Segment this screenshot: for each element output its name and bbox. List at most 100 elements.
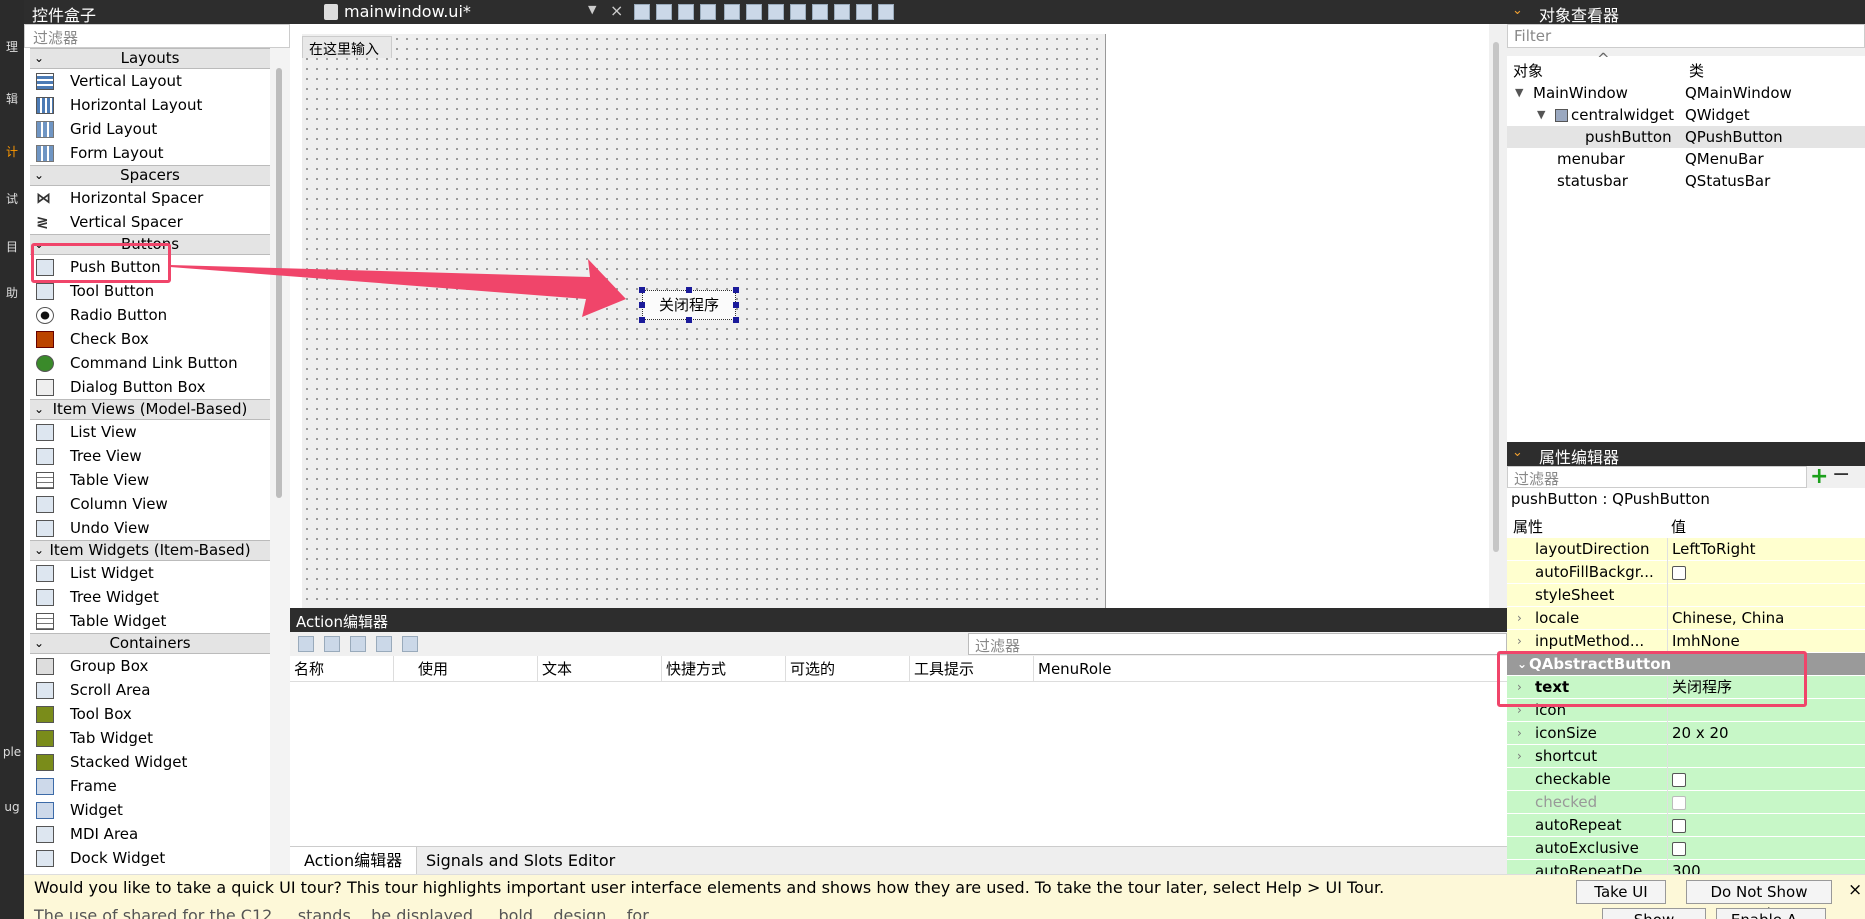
property-value[interactable]: ImhNone — [1667, 630, 1865, 653]
tab-action-editor[interactable]: Action编辑器 — [290, 847, 418, 875]
enable-button[interactable]: Enable A... — [1716, 908, 1826, 919]
mode-design[interactable]: 计 — [0, 145, 24, 159]
push-button-widget[interactable]: 关闭程序 — [642, 290, 736, 320]
resize-handle[interactable] — [686, 317, 692, 323]
property-row[interactable]: checkable — [1507, 768, 1865, 791]
mode-manage[interactable]: 理 — [0, 40, 24, 54]
widget-item[interactable]: Tab Widget — [30, 726, 270, 750]
widget-item[interactable]: Tool Box — [30, 702, 270, 726]
column-header[interactable]: 可选的 — [786, 656, 910, 682]
column-header[interactable]: 使用 — [414, 656, 538, 682]
property-row[interactable]: layoutDirection LeftToRight — [1507, 538, 1865, 561]
menu-bar-placeholder[interactable]: 在这里输入 — [302, 36, 392, 58]
resize-handle[interactable] — [686, 287, 692, 293]
property-value[interactable]: 20 x 20 — [1667, 722, 1865, 745]
chevron-down-icon[interactable]: ⌄ — [34, 634, 44, 653]
widget-item[interactable]: Check Box — [30, 327, 270, 351]
mode-debug[interactable]: 试 — [0, 192, 24, 206]
chevron-down-icon[interactable]: ⌄ — [1512, 3, 1523, 18]
chevron-down-icon[interactable]: ⌄ — [34, 541, 44, 560]
widget-item[interactable]: List Widget — [30, 561, 270, 585]
checkbox[interactable] — [1672, 772, 1686, 787]
checkbox[interactable] — [1672, 565, 1686, 580]
canvas-scroll-thumb[interactable] — [1493, 42, 1499, 552]
widget-item[interactable]: Tree Widget — [30, 585, 270, 609]
tree-row[interactable]: ▼ centralwidget QWidget — [1507, 104, 1865, 126]
property-value[interactable]: LeftToRight — [1667, 538, 1865, 561]
break-layout-icon[interactable] — [856, 4, 872, 20]
tab-signals-slots[interactable]: Signals and Slots Editor — [412, 847, 629, 875]
checkbox[interactable] — [1672, 841, 1686, 856]
add-property-icon[interactable]: + — [1810, 464, 1828, 489]
checkbox[interactable] — [1672, 818, 1686, 833]
column-object[interactable]: 对象 — [1513, 60, 1543, 81]
property-row[interactable]: autoFillBackgr... — [1507, 561, 1865, 584]
property-row[interactable]: › locale Chinese, China — [1507, 607, 1865, 630]
resize-handle[interactable] — [733, 317, 739, 323]
widget-item[interactable]: Stacked Widget — [30, 750, 270, 774]
close-icon[interactable]: × — [610, 1, 623, 20]
copy-action-icon[interactable] — [324, 636, 340, 652]
widget-item[interactable]: Dialog Button Box — [30, 375, 270, 399]
column-header[interactable]: 名称 — [290, 656, 394, 682]
column-value[interactable]: 值 — [1671, 516, 1686, 537]
remove-property-icon[interactable]: − — [1832, 462, 1850, 487]
edit-tab-order-icon[interactable] — [700, 4, 716, 20]
widget-item[interactable]: List View — [30, 420, 270, 444]
widget-item[interactable]: Frame — [30, 774, 270, 798]
column-header[interactable]: 文本 — [538, 656, 662, 682]
widget-category-header[interactable]: ⌄ Spacers — [30, 165, 270, 186]
resize-handle[interactable] — [733, 302, 739, 308]
widget-item[interactable]: Group Box — [30, 654, 270, 678]
column-header[interactable]: MenuRole — [1034, 656, 1158, 682]
tree-row[interactable]: menubar QMenuBar — [1507, 148, 1865, 170]
property-row[interactable]: › iconSize 20 x 20 — [1507, 722, 1865, 745]
chevron-right-icon[interactable]: › — [1517, 607, 1522, 630]
edit-signals-icon[interactable] — [656, 4, 672, 20]
property-filter-input[interactable]: 过滤器 — [1507, 466, 1807, 488]
document-tab[interactable]: mainwindow.ui* — [318, 0, 608, 24]
widget-item[interactable]: Table View — [30, 468, 270, 492]
widget-item[interactable]: MDI Area — [30, 822, 270, 846]
widget-item[interactable]: ≷ Vertical Spacer — [30, 210, 270, 234]
property-value[interactable] — [1667, 791, 1865, 814]
action-filter-input[interactable]: 过滤器 — [968, 633, 1507, 655]
splitter-horizontal-icon[interactable] — [768, 4, 784, 20]
widget-item[interactable]: Command Link Button — [30, 351, 270, 375]
mode-edit[interactable]: 辑 — [0, 92, 24, 106]
chevron-down-icon[interactable]: ▼ — [588, 3, 596, 16]
widget-item[interactable]: Scroll Area — [30, 678, 270, 702]
lay-out-vertically-icon[interactable] — [746, 4, 762, 20]
resize-handle[interactable] — [733, 287, 739, 293]
checkbox[interactable] — [1672, 795, 1686, 810]
edit-buddies-icon[interactable] — [678, 4, 694, 20]
form-layout-tool-icon[interactable] — [834, 4, 850, 20]
widget-category-header[interactable]: ⌄ Layouts — [30, 48, 270, 69]
widget-item[interactable]: Vertical Layout — [30, 69, 270, 93]
property-value[interactable] — [1667, 745, 1865, 768]
splitter-vertical-icon[interactable] — [790, 4, 806, 20]
column-property[interactable]: 属性 — [1513, 516, 1543, 537]
property-row[interactable]: › shortcut — [1507, 745, 1865, 768]
mode-project[interactable]: 目 — [0, 240, 24, 254]
chevron-down-icon[interactable]: ⌄ — [1512, 445, 1523, 460]
do-not-show-again-button[interactable]: Do Not Show Again — [1686, 880, 1832, 919]
edit-widgets-icon[interactable] — [634, 4, 650, 20]
take-ui-tour-button[interactable]: Take UI Tour — [1576, 880, 1666, 919]
property-row[interactable]: styleSheet — [1507, 584, 1865, 607]
widget-item[interactable]: Tree View — [30, 444, 270, 468]
property-value[interactable] — [1667, 837, 1865, 860]
widget-item[interactable]: Undo View — [30, 516, 270, 540]
widget-category-header[interactable]: ⌄ Item Views (Model-Based) — [30, 399, 270, 420]
lay-out-horizontally-icon[interactable] — [724, 4, 740, 20]
column-header[interactable]: 工具提示 — [910, 656, 1034, 682]
chevron-down-icon[interactable]: ▼ — [1515, 82, 1523, 104]
widget-category-header[interactable]: ⌄ Item Widgets (Item-Based) — [30, 540, 270, 561]
chevron-right-icon[interactable]: › — [1517, 630, 1522, 653]
property-value[interactable] — [1667, 584, 1865, 607]
show-details-button[interactable]: Show Details — [1602, 908, 1706, 919]
widget-box-filter[interactable]: 过滤器 — [24, 24, 290, 48]
widget-item[interactable]: Table Widget — [30, 609, 270, 633]
chevron-right-icon[interactable]: › — [1517, 722, 1522, 745]
property-value[interactable] — [1667, 561, 1865, 584]
